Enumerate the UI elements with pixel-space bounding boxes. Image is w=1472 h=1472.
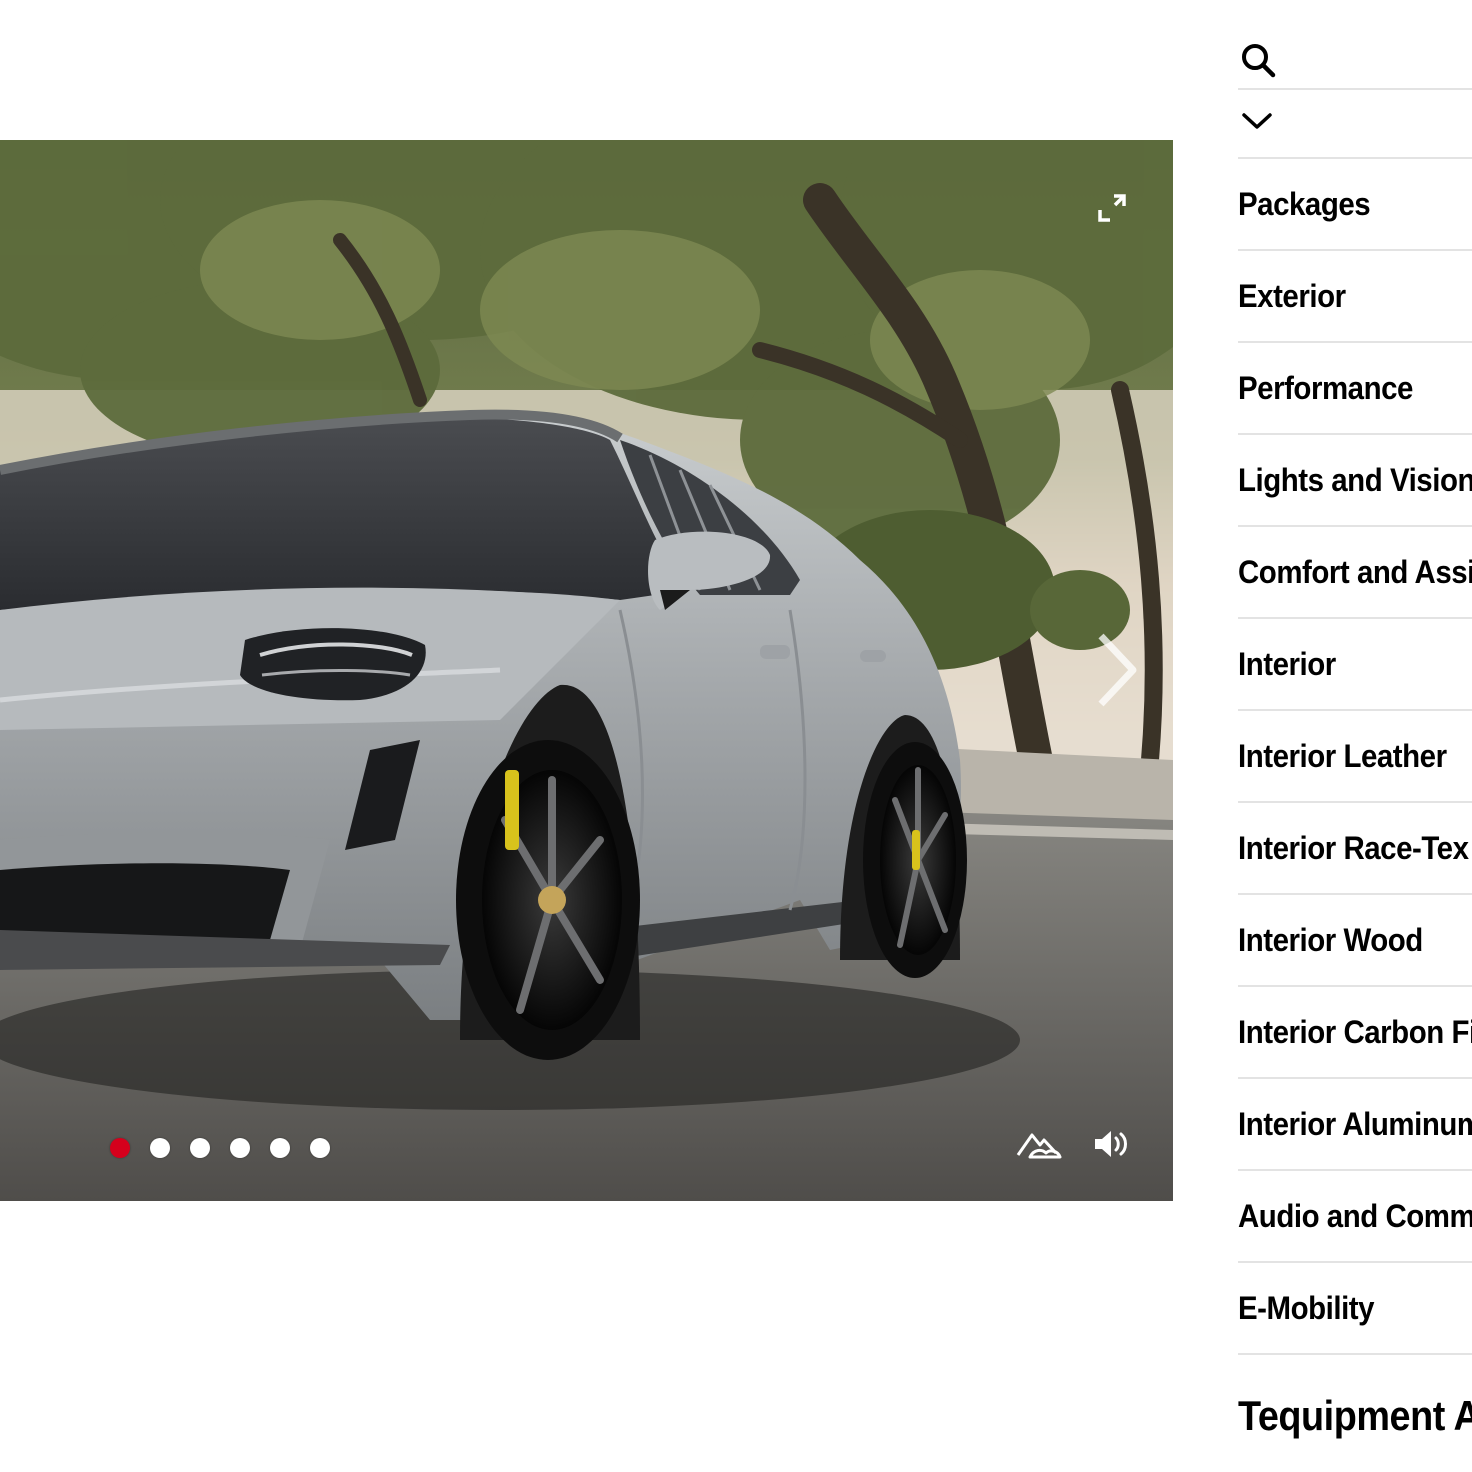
speaker-icon xyxy=(1095,1131,1127,1157)
sound-toggle-button[interactable] xyxy=(1086,1122,1138,1166)
slide-dot-3[interactable] xyxy=(190,1138,210,1158)
category-label: Interior Race-Tex xyxy=(1238,829,1469,866)
slide-dot-6[interactable] xyxy=(310,1138,330,1158)
fullscreen-button[interactable] xyxy=(1092,188,1132,228)
chevron-right-icon xyxy=(1098,633,1137,707)
category-label: Interior Carbon Fiber xyxy=(1238,1013,1472,1050)
category-exterior[interactable]: Exterior xyxy=(1238,251,1472,343)
category-interior-leather[interactable]: Interior Leather xyxy=(1238,711,1472,803)
category-interior-carbon-fiber[interactable]: Interior Carbon Fiber xyxy=(1238,987,1472,1079)
slide-dot-5[interactable] xyxy=(270,1138,290,1158)
next-image-button[interactable] xyxy=(1088,628,1144,712)
category-label: Interior Aluminum xyxy=(1238,1105,1472,1142)
category-label: Exterior xyxy=(1238,277,1346,314)
category-e-mobility[interactable]: E-Mobility xyxy=(1238,1263,1472,1355)
category-interior[interactable]: Interior xyxy=(1238,619,1472,711)
category-interior-wood[interactable]: Interior Wood xyxy=(1238,895,1472,987)
chevron-down-icon[interactable] xyxy=(1240,104,1274,138)
category-audio-and-communication[interactable]: Audio and Communication xyxy=(1238,1171,1472,1263)
search-icon[interactable] xyxy=(1240,42,1276,78)
collapse-toggle[interactable] xyxy=(1238,90,1472,159)
category-label: Comfort and Assistance xyxy=(1238,553,1472,590)
tequipment-heading: Tequipment Accessories xyxy=(1238,1392,1472,1439)
environment-toggle-button[interactable] xyxy=(1012,1122,1068,1166)
category-label: E-Mobility xyxy=(1238,1289,1375,1326)
option-category-list: Packages Exterior Performance Lights and… xyxy=(1238,159,1472,1355)
vehicle-viewer[interactable] xyxy=(0,140,1173,1201)
category-label: Performance xyxy=(1238,369,1413,406)
category-label: Interior Wood xyxy=(1238,921,1423,958)
landscape-icon xyxy=(1016,1133,1062,1159)
category-label: Audio and Communication xyxy=(1238,1197,1472,1234)
category-interior-race-tex[interactable]: Interior Race-Tex xyxy=(1238,803,1472,895)
category-interior-aluminum[interactable]: Interior Aluminum xyxy=(1238,1079,1472,1171)
category-label: Packages xyxy=(1238,185,1371,222)
category-label: Lights and Vision xyxy=(1238,461,1472,498)
expand-icon xyxy=(1098,194,1126,222)
category-performance[interactable]: Performance xyxy=(1238,343,1472,435)
vehicle-scene-image xyxy=(0,140,1173,1201)
configurator-page: Packages Exterior Performance Lights and… xyxy=(0,0,1472,1472)
category-label: Interior xyxy=(1238,645,1336,682)
slide-indicator xyxy=(110,1138,330,1158)
slide-dot-1[interactable] xyxy=(110,1138,130,1158)
category-packages[interactable]: Packages xyxy=(1238,159,1472,251)
search-row[interactable] xyxy=(1238,34,1472,90)
options-panel: Packages Exterior Performance Lights and… xyxy=(1238,0,1472,1472)
category-lights-and-vision[interactable]: Lights and Vision xyxy=(1238,435,1472,527)
slide-dot-2[interactable] xyxy=(150,1138,170,1158)
category-comfort-and-assistance[interactable]: Comfort and Assistance xyxy=(1238,527,1472,619)
category-label: Interior Leather xyxy=(1238,737,1447,774)
slide-dot-4[interactable] xyxy=(230,1138,250,1158)
